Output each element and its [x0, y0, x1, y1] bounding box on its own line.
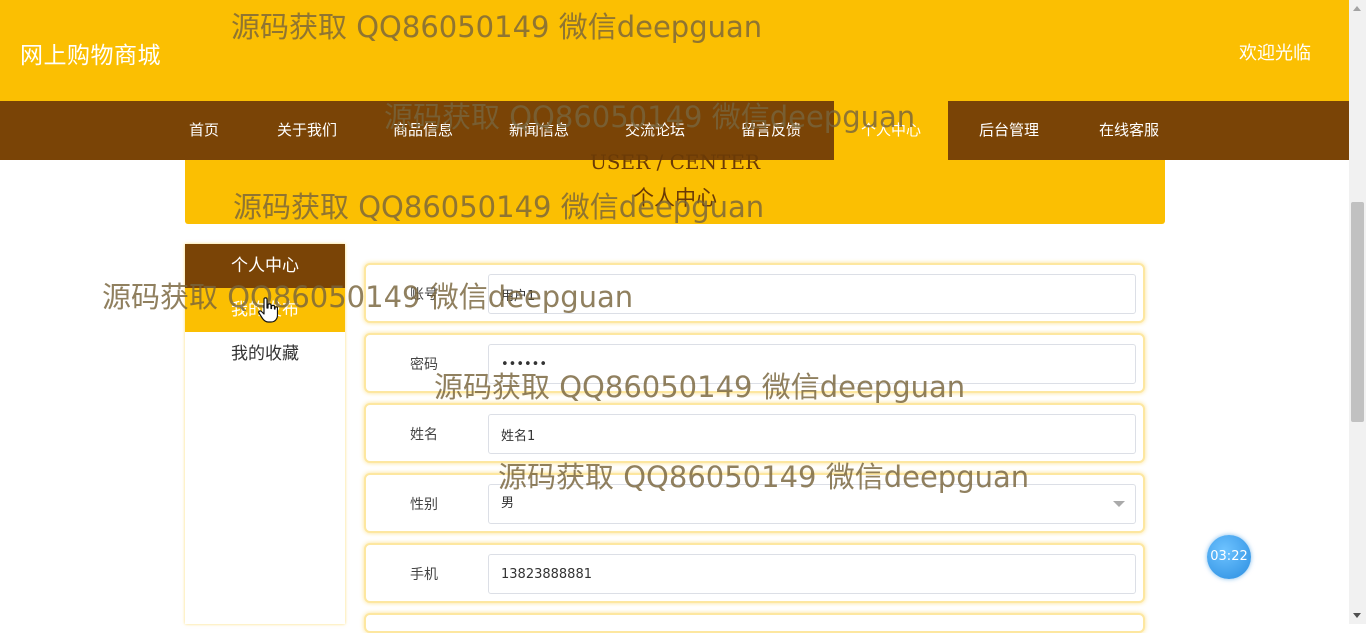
page-banner: USER / CENTER 个人中心: [185, 150, 1165, 224]
scroll-thumb[interactable]: [1351, 202, 1364, 422]
form-row-gender: 性别 男: [364, 473, 1145, 533]
form-row-account: 账号: [364, 263, 1145, 323]
form-row-name: 姓名: [364, 403, 1145, 463]
chevron-down-icon: [1113, 501, 1125, 507]
site-title[interactable]: 网上购物商城: [20, 36, 161, 70]
site-header: 网上购物商城 欢迎光临: [0, 0, 1349, 101]
phone-input[interactable]: [488, 554, 1136, 594]
form-row-phone: 手机: [364, 543, 1145, 603]
form-row-password: 密码: [364, 333, 1145, 393]
banner-title-en: USER / CENTER: [589, 150, 761, 174]
gender-label: 性别: [410, 497, 438, 513]
account-label: 账号: [410, 287, 438, 303]
gender-selected-value: 男: [501, 496, 515, 511]
phone-label: 手机: [410, 567, 438, 583]
scroll-up-arrow-icon[interactable]: [1353, 6, 1361, 11]
sidebar-item-user-center[interactable]: 个人中心: [185, 244, 345, 288]
password-label: 密码: [410, 357, 438, 373]
timer-badge[interactable]: 03:22: [1207, 535, 1251, 579]
banner-title-cn: 个人中心: [633, 186, 717, 210]
hand-cursor-icon: [258, 297, 278, 323]
sidebar-item-my-favorites[interactable]: 我的收藏: [185, 332, 345, 376]
name-input[interactable]: [488, 414, 1136, 454]
password-input[interactable]: [488, 344, 1136, 384]
account-input[interactable]: [488, 274, 1136, 314]
welcome-text: 欢迎光临: [1239, 43, 1311, 64]
name-label: 姓名: [410, 427, 438, 443]
scroll-down-arrow-icon[interactable]: [1353, 613, 1361, 618]
form-row-next: [364, 613, 1145, 633]
page-scrollbar[interactable]: [1349, 0, 1366, 624]
gender-select[interactable]: 男: [488, 484, 1136, 524]
